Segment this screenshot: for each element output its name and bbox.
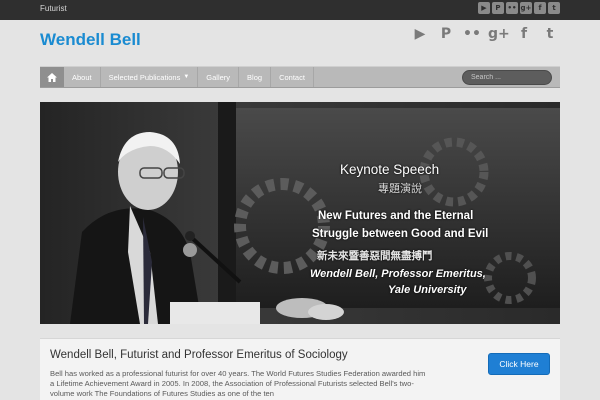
search-input[interactable]	[462, 70, 552, 85]
flickr-icon[interactable]: ••	[462, 22, 482, 46]
top-bar: Futurist ▶ P •• g+ f t	[0, 0, 600, 20]
flickr-icon[interactable]: ••	[506, 2, 518, 14]
slide-line: Yale University	[388, 284, 467, 296]
site-title[interactable]: Wendell Bell	[40, 30, 141, 50]
nav-item-blog[interactable]: Blog	[239, 67, 272, 87]
slide-line: 新未來暨善惡間無盡搏鬥	[317, 250, 433, 262]
nav-home-button[interactable]	[40, 67, 64, 87]
twitter-icon[interactable]: t	[540, 22, 560, 46]
nav-item-selected-publications[interactable]: Selected Publications ▼	[101, 67, 199, 87]
facebook-icon[interactable]: f	[514, 22, 534, 46]
home-icon	[47, 72, 57, 82]
hero-slide: Keynote Speech 專題演說 New Futures and the …	[40, 102, 560, 324]
main-nav: About Selected Publications ▼ Gallery Blo…	[40, 66, 560, 88]
slide-line: New Futures and the Eternal	[318, 210, 474, 222]
facebook-icon[interactable]: f	[534, 2, 546, 14]
pinterest-icon[interactable]: P	[492, 2, 504, 14]
youtube-icon[interactable]: ▶	[410, 22, 430, 46]
nav-item-about[interactable]: About	[64, 67, 101, 87]
pinterest-icon[interactable]: P	[436, 22, 456, 46]
nav-item-contact[interactable]: Contact	[271, 67, 314, 87]
site-tagline: Futurist	[40, 4, 67, 13]
hero-photo	[40, 102, 560, 324]
intro-panel: Wendell Bell, Futurist and Professor Eme…	[40, 338, 560, 400]
slide-line: Keynote Speech	[340, 162, 440, 177]
social-links-small: ▶ P •• g+ f t	[478, 2, 560, 14]
slide-line: Struggle between Good and Evil	[312, 228, 489, 240]
slide-line: Wendell Bell, Professor Emeritus,	[310, 268, 486, 280]
chevron-down-icon: ▼	[183, 74, 190, 80]
intro-heading: Wendell Bell, Futurist and Professor Eme…	[50, 349, 348, 361]
slide-line: 專題演說	[378, 183, 422, 195]
youtube-icon[interactable]: ▶	[478, 2, 490, 14]
click-here-button[interactable]: Click Here	[488, 353, 550, 375]
google-plus-icon[interactable]: g+	[488, 22, 510, 46]
google-plus-icon[interactable]: g+	[520, 2, 532, 14]
intro-text: Bell has worked as a professional futuri…	[50, 369, 426, 398]
nav-item-gallery[interactable]: Gallery	[198, 67, 240, 87]
twitter-icon[interactable]: t	[548, 2, 560, 14]
social-links-large: ▶ P •• g+ f t	[410, 22, 560, 46]
